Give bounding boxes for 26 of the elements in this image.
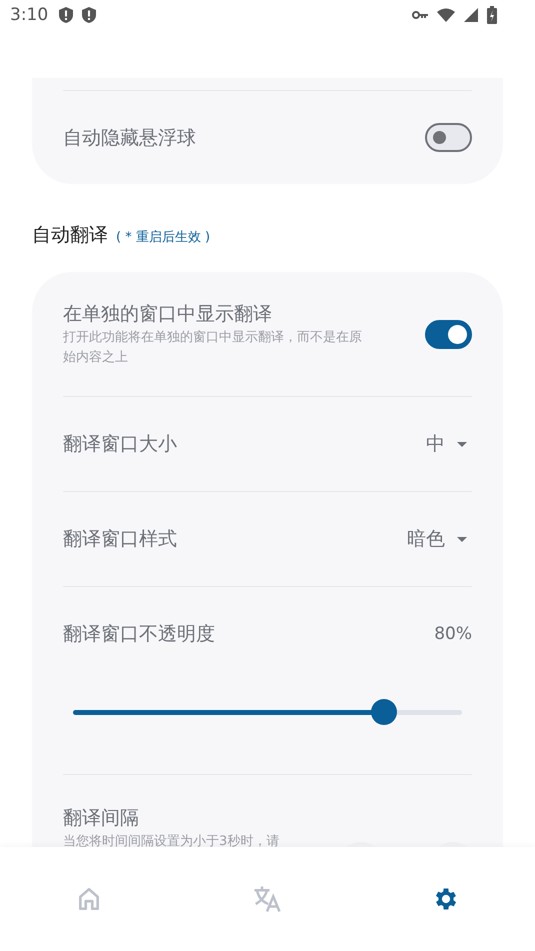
caret-icon: [457, 442, 467, 446]
toggle-switch[interactable]: [425, 123, 472, 152]
status-time: 3:10: [10, 5, 48, 25]
dropdown[interactable]: 暗色: [407, 526, 472, 552]
setting-label: 翻译间隔: [63, 806, 140, 831]
setting-description: 打开此功能将在单独的窗口中显示翻译，而不是在原始内容之上: [63, 329, 363, 367]
wifi-icon: [437, 8, 455, 22]
setting-label: 自动隐藏悬浮球: [63, 126, 196, 150]
slider-value: 80%: [434, 624, 472, 644]
restart-note: ( * 重启后生效 ): [116, 229, 210, 246]
battery-charging-icon: [487, 6, 497, 24]
setting-label: 翻译窗口大小: [63, 432, 177, 457]
slider-track[interactable]: [73, 699, 462, 725]
caret-icon: [457, 536, 467, 542]
setting-description: 当您将时间间隔设置为小于3秒时，请: [63, 833, 280, 847]
signal-icon: [464, 8, 478, 22]
setting-label: 翻译窗口样式: [63, 527, 177, 552]
slider-thumb[interactable]: [371, 699, 398, 725]
toggle-switch[interactable]: [425, 320, 472, 348]
dropdown[interactable]: 中: [426, 431, 472, 457]
shield-alert-icon: [59, 7, 74, 23]
setting-label: 在单独的窗口中显示翻译: [63, 302, 273, 327]
shield-alert-icon: [82, 7, 96, 23]
key-icon: [412, 11, 428, 19]
section-title: 自动翻译: [32, 223, 108, 248]
setting-label: 翻译窗口不透明度: [63, 622, 215, 647]
